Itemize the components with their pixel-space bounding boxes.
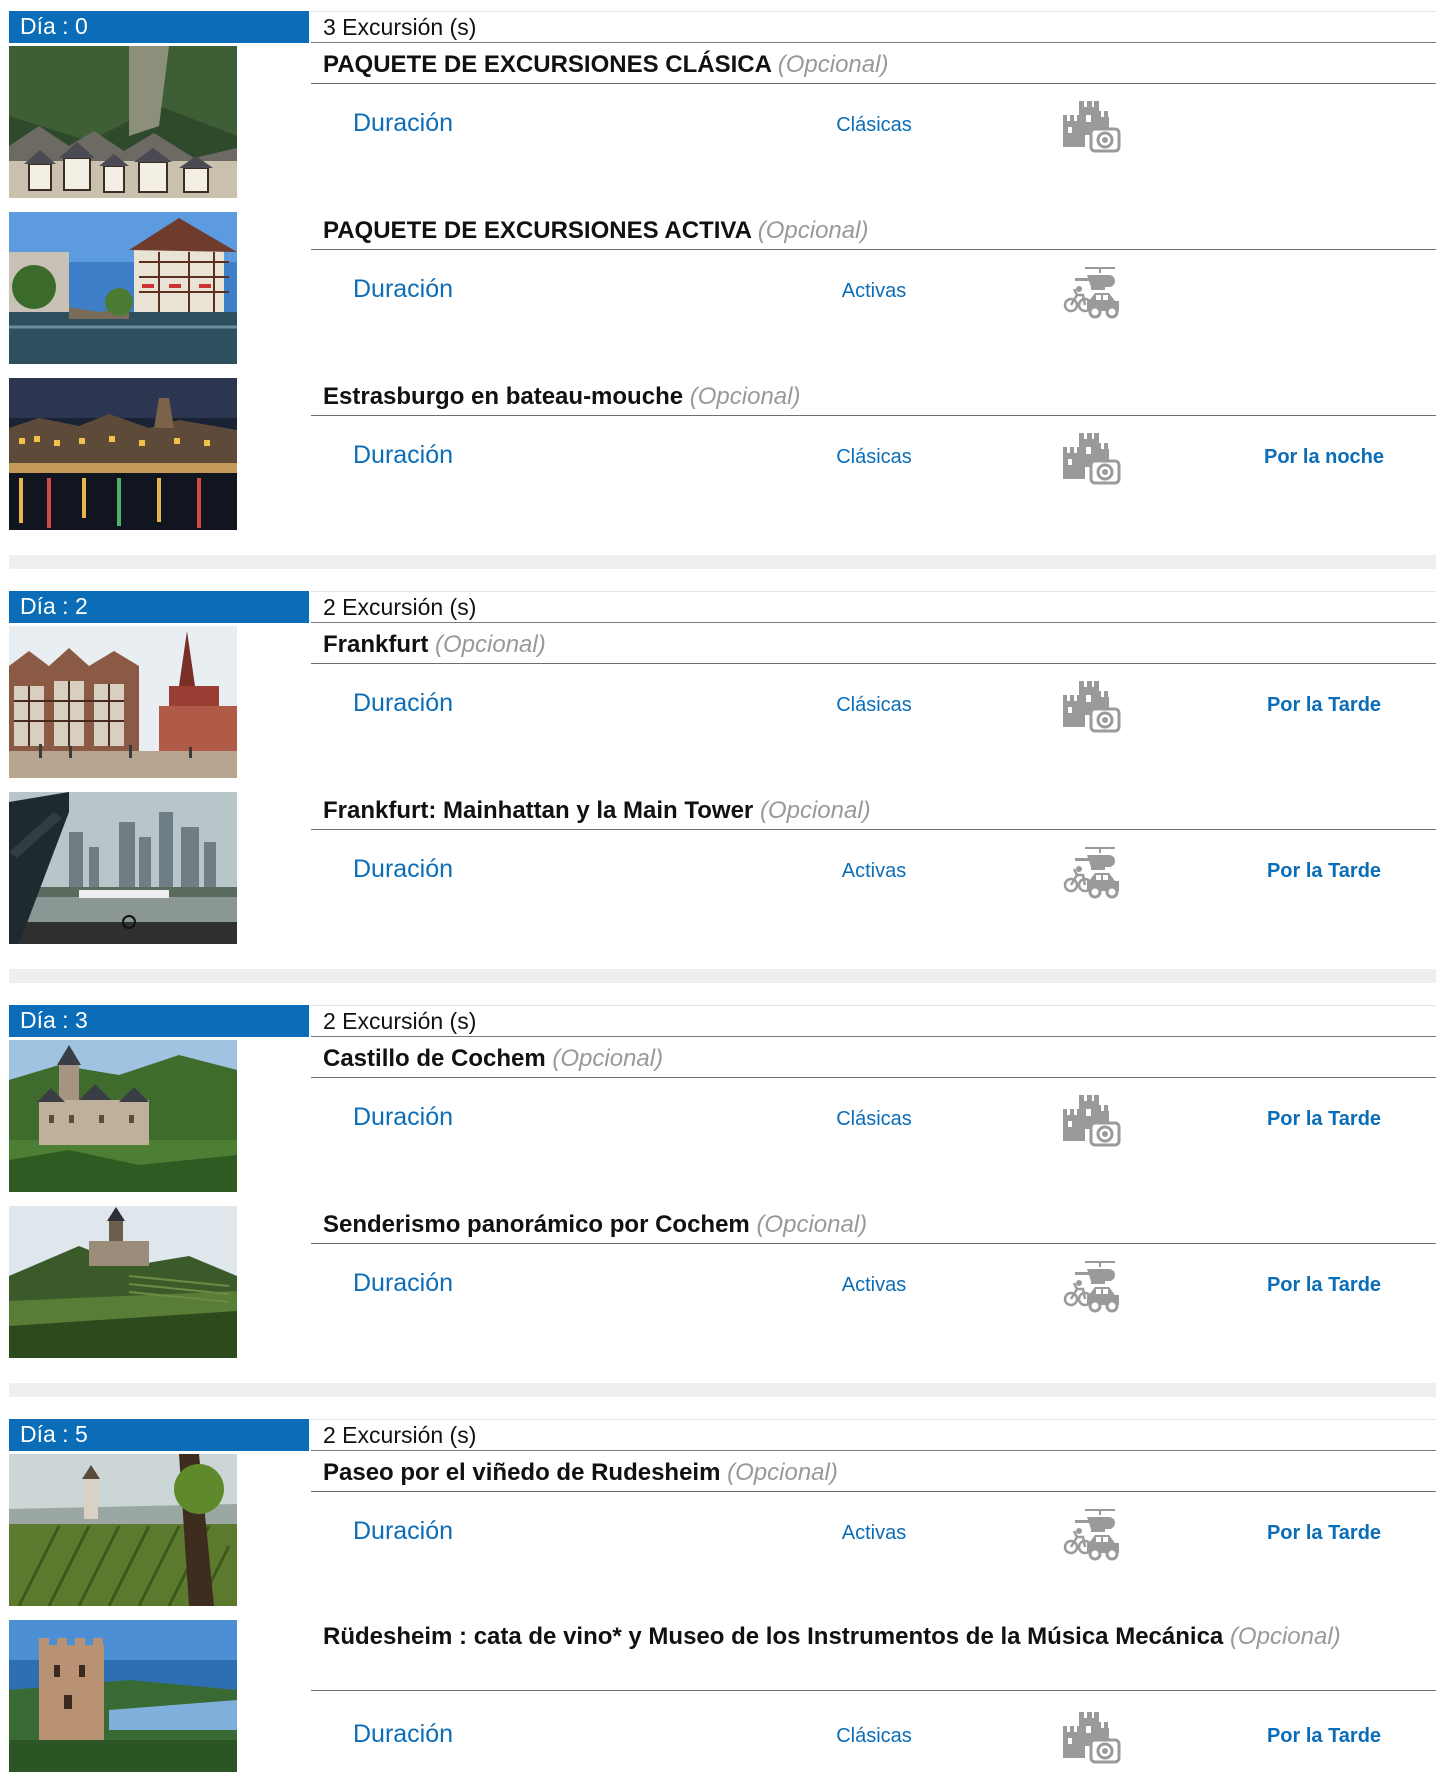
category-link[interactable]: Activas	[769, 1274, 979, 1297]
optional-label: (Opcional)	[777, 51, 889, 78]
excursion-title[interactable]: Senderismo panorámico por Cochem (Opcion…	[311, 1207, 1436, 1244]
excursion-title[interactable]: Rüdesheim : cata de vino* y Museo de los…	[311, 1621, 1436, 1691]
day-section: Día : 32 Excursión (s) Castillo de Cochem…	[9, 1005, 1436, 1369]
category-link[interactable]: Activas	[769, 860, 979, 883]
optional-label: (Opcional)	[552, 1045, 664, 1072]
day-header: Día : 52 Excursión (s)	[9, 1419, 1436, 1451]
castle-camera-icon	[1061, 431, 1121, 487]
excursion-image[interactable]	[9, 1040, 237, 1192]
excursion-row: Senderismo panorámico por Cochem (Opcion…	[9, 1203, 1436, 1369]
optional-label: (Opcional)	[756, 1211, 868, 1238]
category-link[interactable]: Activas	[769, 280, 979, 303]
day-header: Día : 22 Excursión (s)	[9, 591, 1436, 623]
excursion-image[interactable]	[9, 792, 237, 944]
optional-label: (Opcional)	[757, 217, 869, 244]
category-link[interactable]: Clásicas	[769, 114, 979, 137]
day-label: Día : 5	[9, 1419, 309, 1451]
day-separator	[9, 1383, 1436, 1397]
excursion-title-text[interactable]: PAQUETE DE EXCURSIONES ACTIVA	[323, 217, 751, 244]
time-of-day-label: Por la Tarde	[1266, 1108, 1382, 1130]
excursion-title[interactable]: Estrasburgo en bateau-mouche (Opcional)	[311, 379, 1436, 416]
excursion-title-text[interactable]: Frankfurt: Mainhattan y la Main Tower	[323, 797, 753, 824]
castle-camera-icon	[1061, 99, 1121, 155]
excursion-title-text[interactable]: Estrasburgo en bateau-mouche	[323, 383, 683, 410]
day-section: Día : 52 Excursión (s) Paseo por el viñed…	[9, 1419, 1436, 1785]
excursion-image[interactable]	[9, 378, 237, 530]
excursion-row: Frankfurt (Opcional) Duración Clásicas Por …	[9, 623, 1436, 789]
excursion-row: PAQUETE DE EXCURSIONES CLÁSICA (Opcional…	[9, 43, 1436, 209]
day-separator	[9, 555, 1436, 569]
helicopter-bike-car-icon	[1061, 845, 1121, 901]
excursion-image[interactable]	[9, 212, 237, 364]
excursion-image[interactable]	[9, 1206, 237, 1358]
excursion-image[interactable]	[9, 46, 237, 198]
day-label: Día : 0	[9, 11, 309, 43]
optional-label: (Opcional)	[1229, 1623, 1341, 1650]
excursion-title[interactable]: Paseo por el viñedo de Rudesheim (Opcion…	[311, 1455, 1436, 1492]
day-section: Día : 03 Excursión (s) PAQUETE DE EXCURSI…	[9, 11, 1436, 541]
duration-link[interactable]: Duración	[353, 275, 453, 304]
time-of-day-label: Por la Tarde	[1266, 1522, 1382, 1544]
excursion-title[interactable]: Frankfurt (Opcional)	[311, 627, 1436, 664]
excursion-image[interactable]	[9, 1620, 237, 1772]
duration-link[interactable]: Duración	[353, 1720, 453, 1749]
excursion-count: 2 Excursión (s)	[311, 1005, 1436, 1037]
duration-link[interactable]: Duración	[353, 1269, 453, 1298]
category-link[interactable]: Clásicas	[769, 694, 979, 717]
excursion-image[interactable]	[9, 626, 237, 778]
excursion-title-text[interactable]: Castillo de Cochem	[323, 1045, 546, 1072]
duration-link[interactable]: Duración	[353, 441, 453, 470]
day-section: Día : 22 Excursión (s) Frankfurt (Opciona…	[9, 591, 1436, 955]
helicopter-bike-car-icon	[1061, 1259, 1121, 1315]
time-of-day-label: Por la Tarde	[1266, 694, 1382, 716]
excursion-title[interactable]: PAQUETE DE EXCURSIONES CLÁSICA (Opcional…	[311, 47, 1436, 84]
category-link[interactable]: Activas	[769, 1522, 979, 1545]
optional-label: (Opcional)	[727, 1459, 838, 1486]
excursion-title-text[interactable]: Frankfurt	[323, 631, 428, 658]
time-of-day-label: Por la Tarde	[1266, 1274, 1382, 1296]
optional-label: (Opcional)	[689, 383, 801, 410]
excursion-title[interactable]: Frankfurt: Mainhattan y la Main Tower (O…	[311, 793, 1436, 830]
excursion-row: Estrasburgo en bateau-mouche (Opcional) D…	[9, 375, 1436, 541]
category-link[interactable]: Clásicas	[769, 1108, 979, 1131]
duration-link[interactable]: Duración	[353, 109, 453, 138]
day-separator	[9, 969, 1436, 983]
duration-link[interactable]: Duración	[353, 1517, 453, 1546]
excursion-title[interactable]: Castillo de Cochem (Opcional)	[311, 1041, 1436, 1078]
excursion-count: 2 Excursión (s)	[311, 591, 1436, 623]
excursion-title-text[interactable]: Senderismo panorámico por Cochem	[323, 1211, 750, 1238]
helicopter-bike-car-icon	[1061, 1507, 1121, 1563]
castle-camera-icon	[1061, 679, 1121, 735]
day-label: Día : 2	[9, 591, 309, 623]
excursion-row: Paseo por el viñedo de Rudesheim (Opcion…	[9, 1451, 1436, 1617]
optional-label: (Opcional)	[759, 797, 871, 824]
excursion-row: Castillo de Cochem (Opcional) Duración Clá…	[9, 1037, 1436, 1203]
excursion-row: Rüdesheim : cata de vino* y Museo de los…	[9, 1617, 1436, 1785]
time-of-day-label: Por la noche	[1263, 446, 1385, 468]
castle-camera-icon	[1061, 1093, 1121, 1149]
castle-camera-icon	[1061, 1710, 1121, 1766]
excursion-title-text[interactable]: PAQUETE DE EXCURSIONES CLÁSICA	[323, 51, 771, 78]
helicopter-bike-car-icon	[1061, 265, 1121, 321]
excursion-title-text[interactable]: Paseo por el viñedo de Rudesheim	[323, 1459, 720, 1486]
excursion-title-text[interactable]: Rüdesheim : cata de vino* y Museo de los…	[323, 1623, 1223, 1650]
excursion-count: 3 Excursión (s)	[311, 11, 1436, 43]
excursion-row: Frankfurt: Mainhattan y la Main Tower (O…	[9, 789, 1436, 955]
excursion-count: 2 Excursión (s)	[311, 1419, 1436, 1451]
day-label: Día : 3	[9, 1005, 309, 1037]
optional-label: (Opcional)	[435, 631, 546, 658]
duration-link[interactable]: Duración	[353, 855, 453, 884]
day-header: Día : 32 Excursión (s)	[9, 1005, 1436, 1037]
excursion-title[interactable]: PAQUETE DE EXCURSIONES ACTIVA (Opcional)	[311, 213, 1436, 250]
time-of-day-label: Por la Tarde	[1266, 860, 1382, 882]
day-header: Día : 03 Excursión (s)	[9, 11, 1436, 43]
duration-link[interactable]: Duración	[353, 689, 453, 718]
category-link[interactable]: Clásicas	[769, 446, 979, 469]
excursions-list: Día : 03 Excursión (s) PAQUETE DE EXCURSI…	[9, 11, 1436, 1785]
excursion-row: PAQUETE DE EXCURSIONES ACTIVA (Opcional)…	[9, 209, 1436, 375]
excursion-image[interactable]	[9, 1454, 237, 1606]
time-of-day-label: Por la Tarde	[1266, 1725, 1382, 1747]
category-link[interactable]: Clásicas	[769, 1725, 979, 1748]
duration-link[interactable]: Duración	[353, 1103, 453, 1132]
